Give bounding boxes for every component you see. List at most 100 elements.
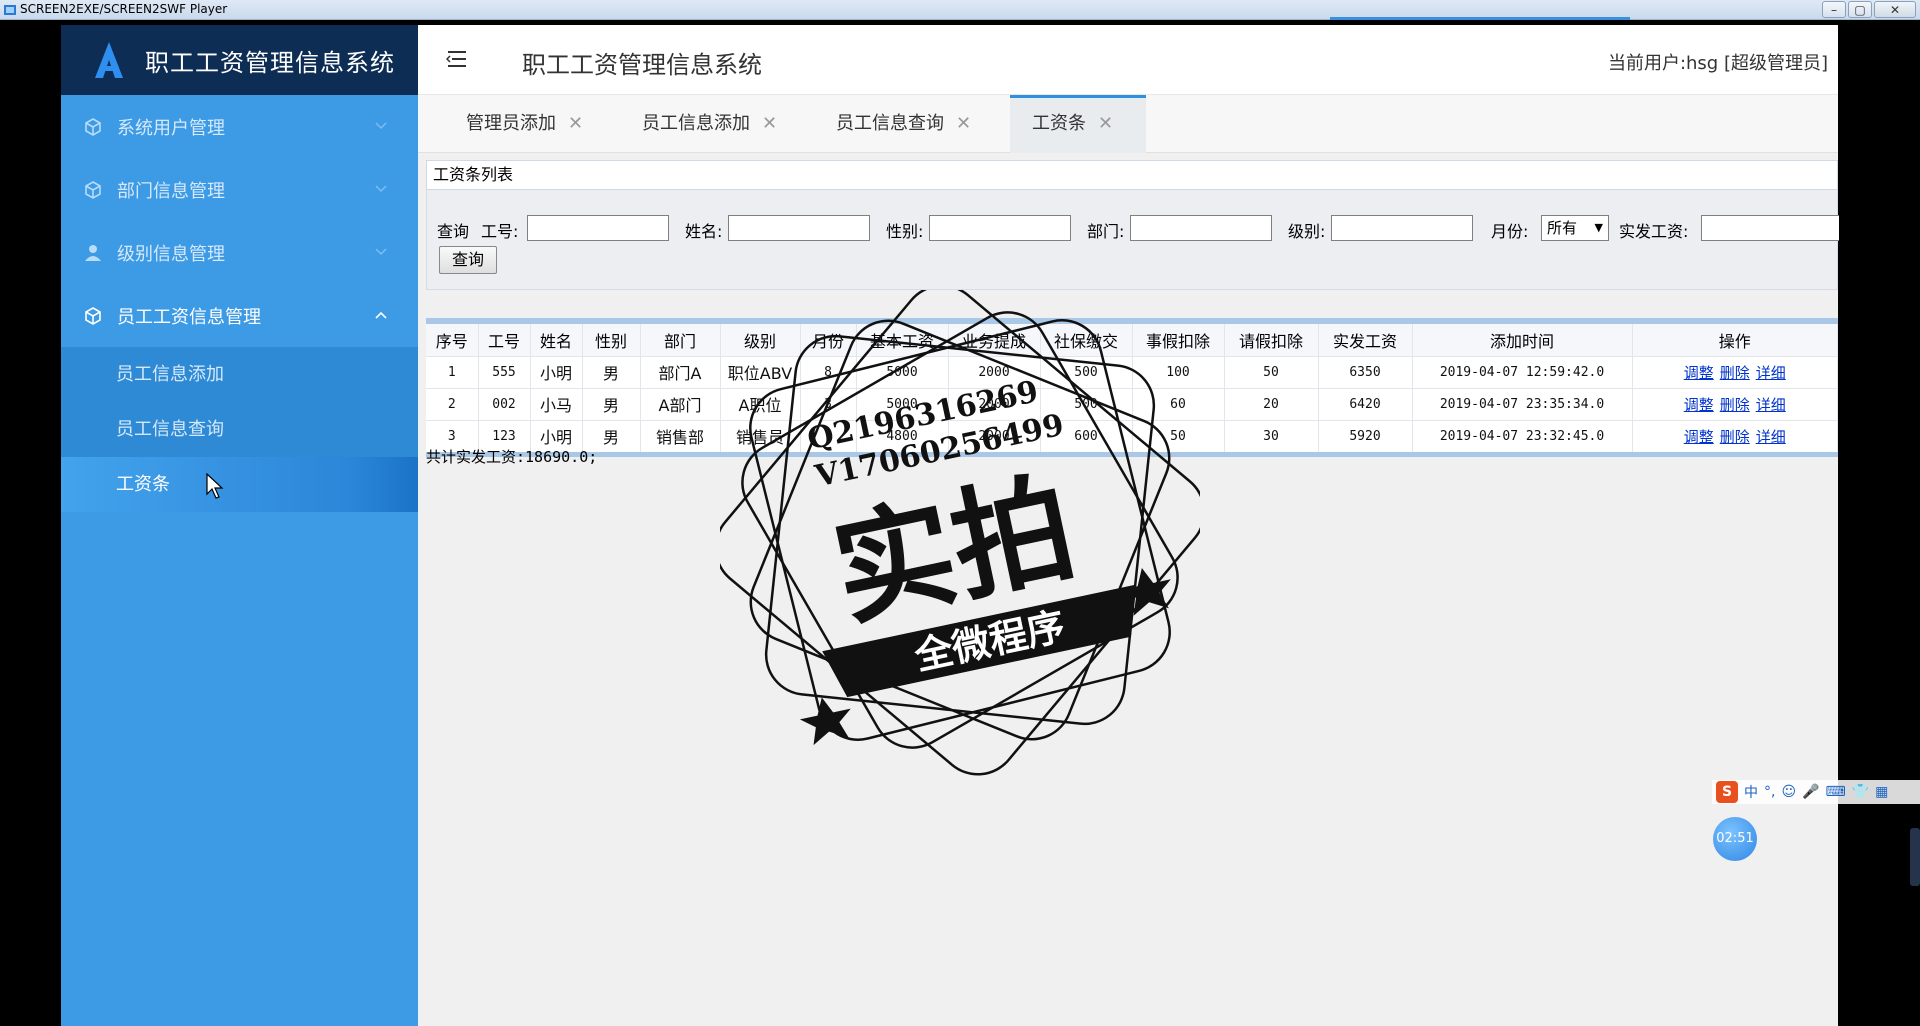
- close-icon[interactable]: ✕: [1098, 113, 1113, 134]
- cell-index: 2: [426, 387, 479, 420]
- cell-personal-leave-deduction: 60: [1132, 387, 1225, 420]
- current-user: 当前用户:hsg [超级管理员]: [1607, 53, 1828, 74]
- sogou-logo-icon[interactable]: S: [1716, 781, 1738, 803]
- table-header-row: 序号 工号 姓名 性别 部门 级别 月份 基本工资 业务提成 社保缴交 事假扣除…: [426, 324, 1838, 356]
- gender-input[interactable]: [929, 215, 1071, 241]
- tab-bar: 管理员添加 ✕ 员工信息添加 ✕ 员工信息查询 ✕ 工资条 ✕: [418, 95, 1838, 153]
- month-label: 月份:: [1491, 222, 1529, 241]
- adjust-link[interactable]: 调整: [1684, 396, 1714, 414]
- sidebar-subitem-employee-query[interactable]: 员工信息查询: [61, 402, 418, 457]
- close-icon[interactable]: ✕: [762, 113, 777, 134]
- menu-toggle-icon[interactable]: [446, 49, 468, 69]
- column-header: 月份: [800, 324, 857, 356]
- column-header: 社保缴交: [1040, 324, 1133, 356]
- sidebar-item-levels[interactable]: 级别信息管理: [61, 221, 418, 284]
- maximize-button[interactable]: ▢: [1848, 1, 1872, 18]
- cell-base-salary: 4800: [856, 419, 949, 452]
- sidebar-item-salary[interactable]: 员工工资信息管理: [61, 284, 418, 347]
- column-header: 级别: [720, 324, 801, 356]
- cell-month: 3: [800, 387, 857, 420]
- cell-level: A职位: [720, 387, 801, 420]
- delete-link[interactable]: 删除: [1720, 396, 1750, 414]
- cell-leave-deduction: 50: [1224, 355, 1319, 388]
- cell-actions: 调整 删除 详细: [1632, 419, 1838, 452]
- recording-timer[interactable]: 02:51: [1713, 817, 1757, 861]
- column-header: 操作: [1632, 324, 1838, 356]
- department-label: 部门:: [1087, 222, 1125, 241]
- cell-actions: 调整 删除 详细: [1632, 387, 1838, 420]
- sidebar-subitem-employee-add[interactable]: 员工信息添加: [61, 347, 418, 402]
- gender-label: 性别:: [886, 222, 924, 241]
- column-header: 基本工资: [856, 324, 949, 356]
- cell-commission: 2000: [948, 387, 1041, 420]
- ime-toolbar: S 中 °, ☺ 🎤 ⌨ 👕 ▦: [1712, 780, 1920, 804]
- detail-link[interactable]: 详细: [1756, 364, 1786, 382]
- cell-name: 小马: [530, 387, 583, 420]
- cell-personal-leave-deduction: 100: [1132, 355, 1225, 388]
- logo-icon: [95, 42, 123, 78]
- level-input[interactable]: [1331, 215, 1473, 241]
- cell-net-pay: 6420: [1318, 387, 1413, 420]
- sidebar-item-system-users[interactable]: 系统用户管理: [61, 95, 418, 158]
- chevron-down-icon: [375, 248, 387, 256]
- brand-name: 职工工资管理信息系统: [145, 48, 395, 77]
- sidebar-subitem-payslip[interactable]: 工资条: [61, 457, 418, 512]
- column-header: 部门: [640, 324, 721, 356]
- delete-link[interactable]: 删除: [1720, 364, 1750, 382]
- minimize-button[interactable]: –: [1822, 1, 1846, 18]
- tab-label: 员工信息查询: [836, 113, 944, 134]
- sidebar-submenu: 员工信息添加 员工信息查询 工资条: [61, 347, 418, 512]
- right-margin: [1838, 20, 1920, 1026]
- player-title: SCREEN2EXE/SCREEN2SWF Player: [20, 2, 228, 16]
- ime-punctuation-icon[interactable]: °,: [1764, 784, 1775, 800]
- sidebar-item-departments[interactable]: 部门信息管理: [61, 158, 418, 221]
- chevron-down-icon: [375, 122, 387, 130]
- tab-employee-query[interactable]: 员工信息查询 ✕: [836, 95, 971, 153]
- tab-label: 员工信息添加: [642, 113, 750, 134]
- column-header: 序号: [426, 324, 479, 356]
- cell-commission: 2000: [948, 355, 1041, 388]
- mouse-cursor-icon: [206, 473, 224, 499]
- column-header: 业务提成: [948, 324, 1041, 356]
- employee-id-input[interactable]: [527, 215, 669, 241]
- close-icon[interactable]: ✕: [568, 113, 583, 134]
- employee-id-label: 工号:: [481, 222, 519, 241]
- cell-leave-deduction: 20: [1224, 387, 1319, 420]
- net-pay-input[interactable]: [1701, 215, 1839, 241]
- ime-voice-icon[interactable]: 🎤: [1802, 784, 1819, 800]
- player-app-icon: [4, 5, 16, 15]
- cell-net-pay: 6350: [1318, 355, 1413, 388]
- tab-payslip[interactable]: 工资条 ✕: [1010, 95, 1146, 153]
- chevron-up-icon: [375, 311, 387, 319]
- player-title-bar: SCREEN2EXE/SCREEN2SWF Player – ▢ ✕: [0, 0, 1920, 20]
- table-row: 1 555 小明 男 部门A 职位ABV 8 5000 2000 500 100…: [426, 355, 1838, 388]
- search-form: 查询 工号: 姓名: 性别: 部门: 级别: 月份: 所有 ▼ 实发工资: 查询: [426, 190, 1839, 290]
- month-select[interactable]: 所有 ▼: [1541, 215, 1609, 241]
- cell-department: A部门: [640, 387, 721, 420]
- close-window-button[interactable]: ✕: [1874, 1, 1916, 18]
- ime-keyboard-icon[interactable]: ⌨: [1826, 784, 1846, 800]
- detail-link[interactable]: 详细: [1756, 428, 1786, 446]
- brand-header: 职工工资管理信息系统: [61, 25, 418, 95]
- query-button[interactable]: 查询: [439, 246, 497, 274]
- cell-added-time: 2019-04-07 23:35:34.0: [1412, 387, 1633, 420]
- page-title: 职工工资管理信息系统: [522, 51, 762, 79]
- cell-personal-leave-deduction: 50: [1132, 419, 1225, 452]
- tab-admin-add[interactable]: 管理员添加 ✕: [466, 95, 583, 153]
- tab-employee-add[interactable]: 员工信息添加 ✕: [642, 95, 777, 153]
- ime-toolbox-icon[interactable]: ▦: [1875, 784, 1888, 800]
- grid-bottom-border: [426, 452, 1838, 457]
- department-input[interactable]: [1130, 215, 1272, 241]
- ime-chinese-mode[interactable]: 中: [1744, 782, 1758, 802]
- sidebar-subitem-label: 工资条: [116, 474, 170, 495]
- delete-link[interactable]: 删除: [1720, 428, 1750, 446]
- adjust-link[interactable]: 调整: [1684, 428, 1714, 446]
- cell-department: 销售部: [640, 419, 721, 452]
- ime-skin-icon[interactable]: 👕: [1852, 784, 1869, 800]
- ime-emoji-icon[interactable]: ☺: [1781, 784, 1796, 800]
- detail-link[interactable]: 详细: [1756, 396, 1786, 414]
- adjust-link[interactable]: 调整: [1684, 364, 1714, 382]
- close-icon[interactable]: ✕: [956, 113, 971, 134]
- cell-month: [800, 419, 857, 452]
- name-input[interactable]: [728, 215, 870, 241]
